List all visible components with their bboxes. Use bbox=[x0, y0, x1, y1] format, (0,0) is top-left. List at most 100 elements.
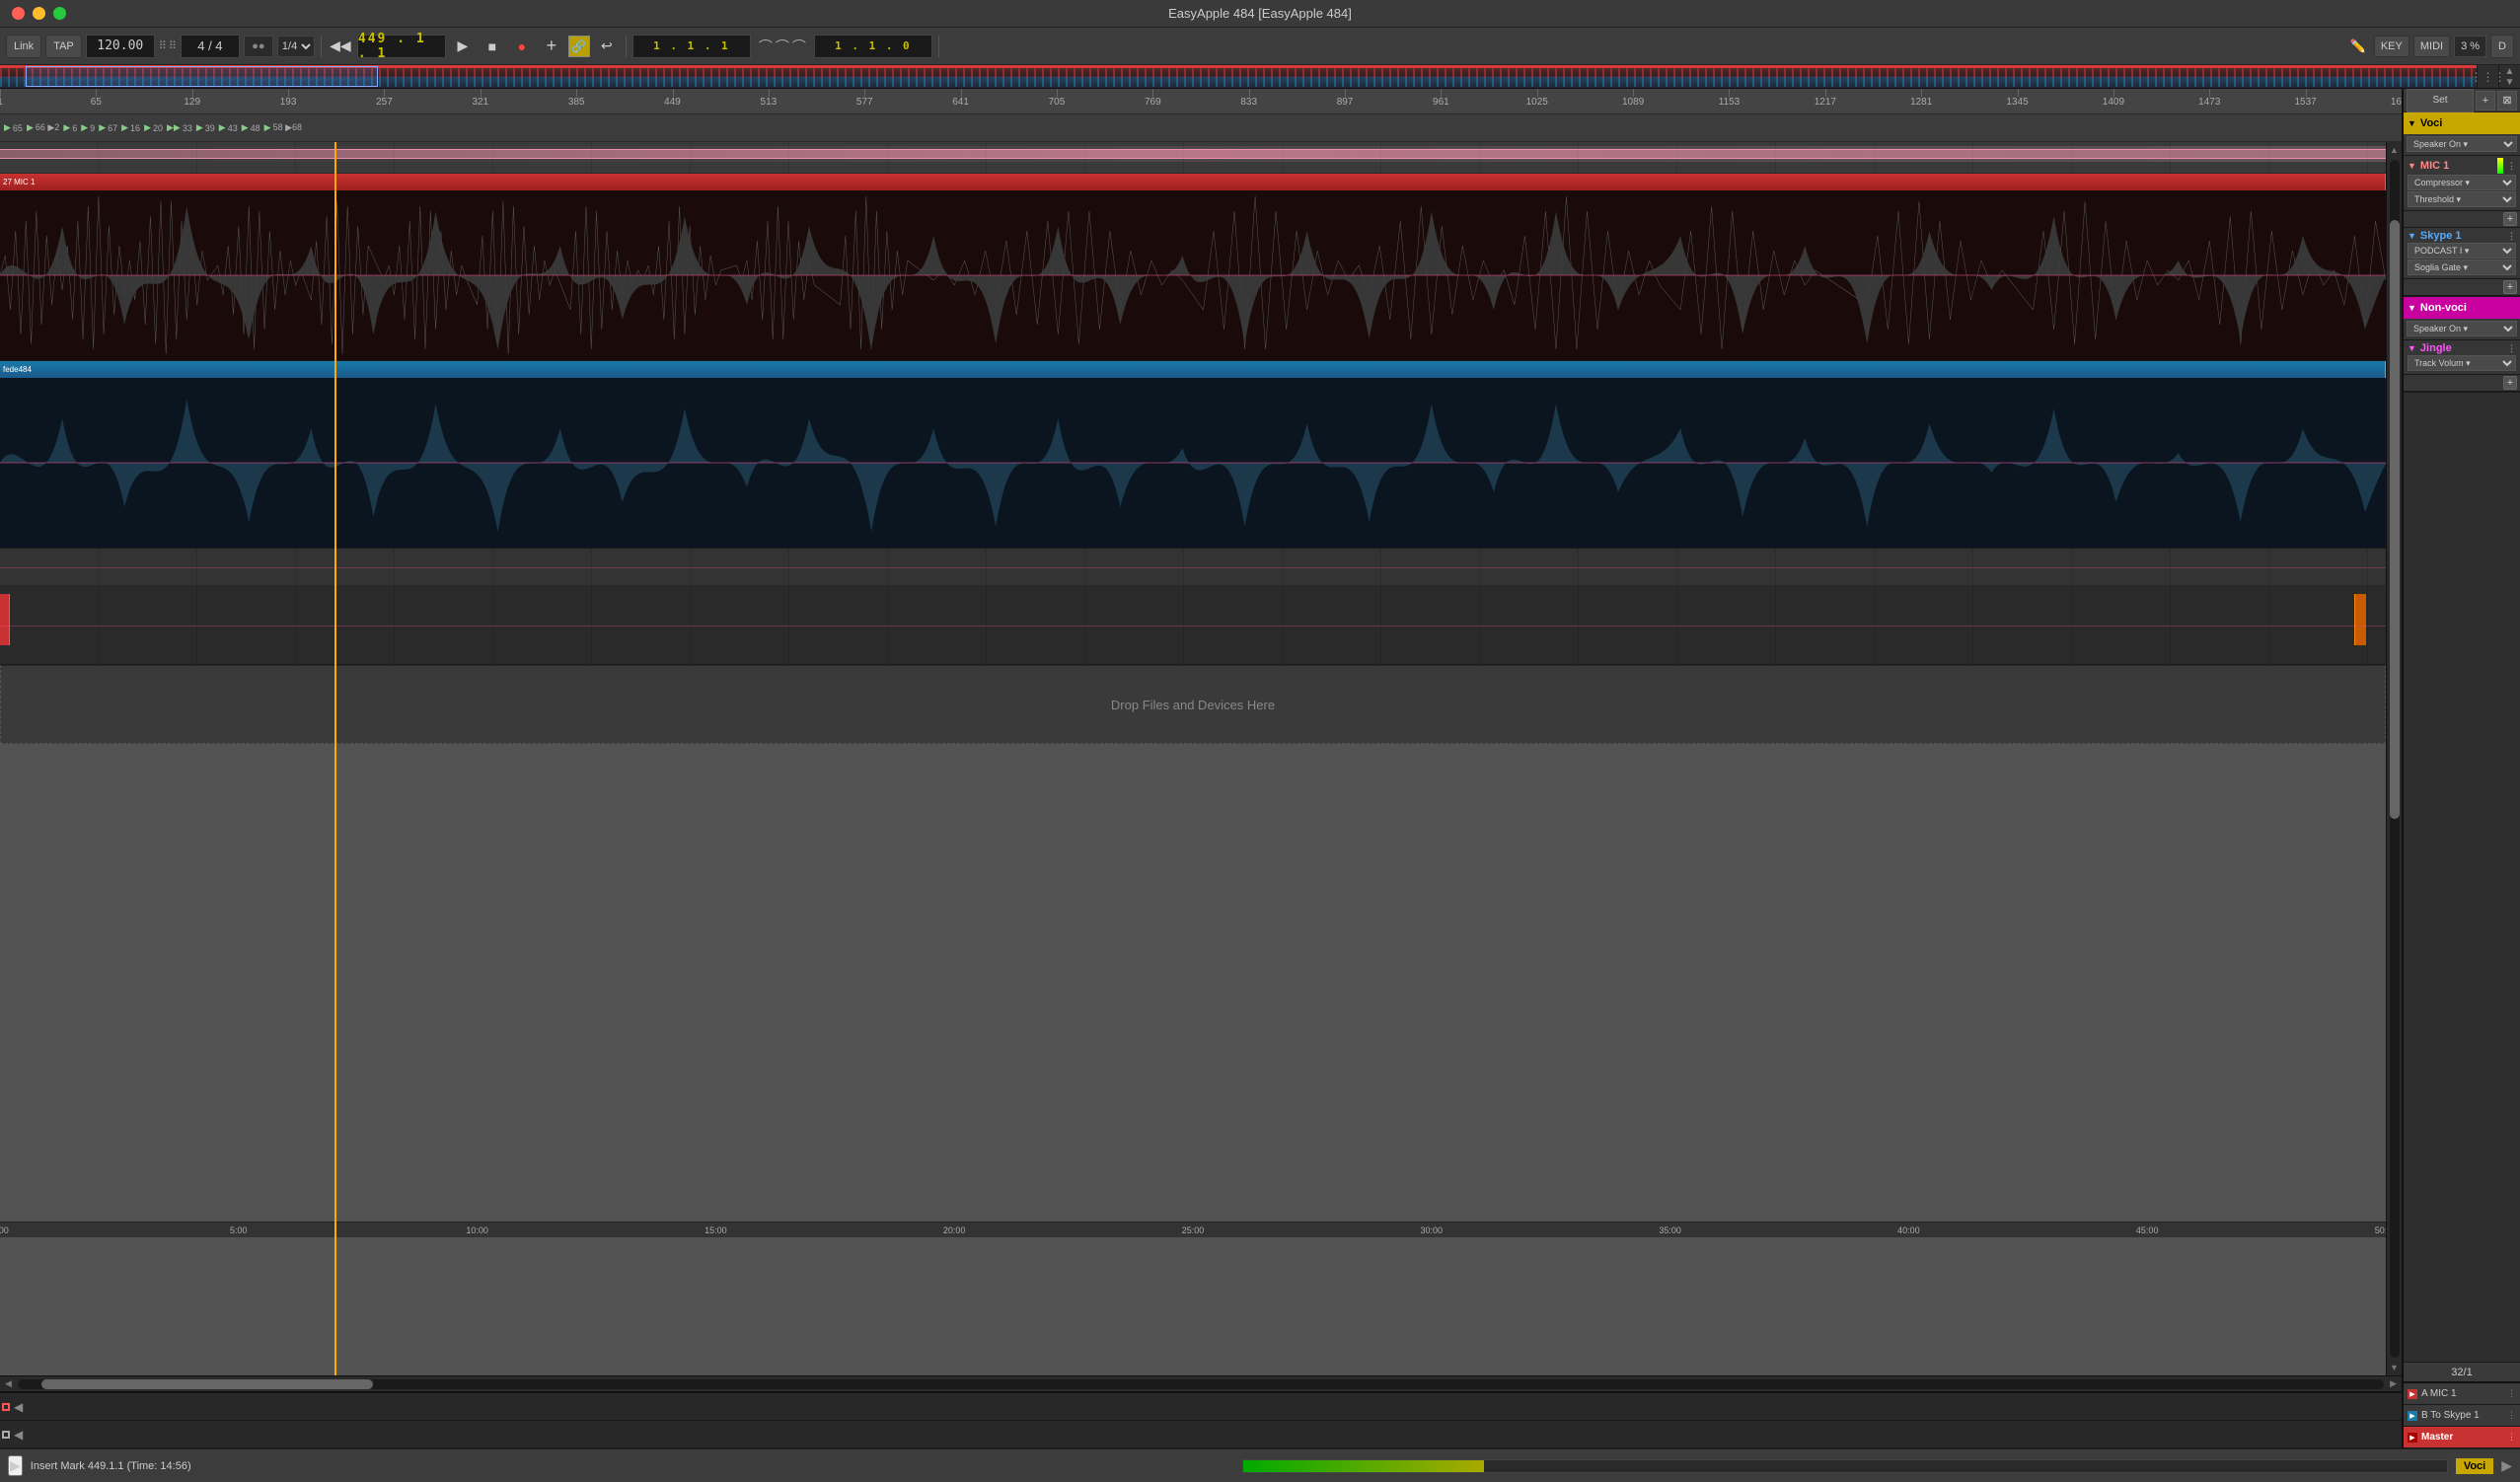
skype-track[interactable]: fede484 bbox=[0, 361, 2386, 549]
scene-1[interactable]: ▶66 ▶2 bbox=[27, 122, 59, 133]
overview-grid-button[interactable]: ⋮⋮⋮ bbox=[2477, 65, 2498, 88]
mic1-device1-select[interactable]: Compressor ▾ bbox=[2408, 175, 2516, 190]
ruler-tick-line-577 bbox=[864, 89, 865, 97]
tap-button[interactable]: TAP bbox=[45, 35, 82, 58]
ruler-tick-321: 321 bbox=[472, 97, 488, 108]
transport-fwd[interactable]: ↩ bbox=[594, 34, 620, 59]
return-b-settings[interactable]: ⋮ bbox=[2507, 1410, 2516, 1421]
scene-8[interactable]: ▶39 bbox=[196, 122, 215, 133]
d-button[interactable]: D bbox=[2490, 35, 2514, 58]
status-play-button[interactable]: ▶ bbox=[8, 1455, 23, 1476]
jingle-track[interactable] bbox=[0, 586, 2386, 665]
voci-group-header[interactable]: ▼ Voci bbox=[2404, 112, 2520, 134]
scroll-track[interactable] bbox=[2390, 160, 2400, 1358]
transport-play[interactable]: ▶ bbox=[450, 34, 476, 59]
quantize-select[interactable]: 1/4 bbox=[277, 36, 315, 57]
jingle-left-clip[interactable] bbox=[0, 594, 10, 645]
close-button[interactable] bbox=[12, 7, 25, 20]
hscroll-track[interactable] bbox=[18, 1379, 2384, 1389]
overview-up-arrow[interactable]: ▲ bbox=[2505, 66, 2515, 77]
scene-6[interactable]: ▶20 bbox=[144, 122, 163, 133]
return-a-settings[interactable]: ⋮ bbox=[2507, 1388, 2516, 1399]
non-voci-speaker-select[interactable]: Speaker On ▾ bbox=[2407, 321, 2517, 336]
overview-down-arrow[interactable]: ▼ bbox=[2505, 77, 2515, 88]
return-b-play-btn[interactable]: ▶ bbox=[2408, 1411, 2417, 1421]
transport-plus[interactable]: + bbox=[539, 34, 564, 59]
session-panel: Set + ⊠ ▼ Voci Spe bbox=[2402, 89, 2520, 1448]
mic1-waveform-area[interactable] bbox=[0, 190, 2386, 360]
jingle-device1-select[interactable]: Track Volum ▾ bbox=[2408, 355, 2516, 371]
ruler-tick-385: 385 bbox=[568, 97, 585, 108]
pencil-tool[interactable]: ✏️ bbox=[2346, 37, 2370, 56]
minimize-button[interactable] bbox=[33, 7, 45, 20]
scroll-thumb[interactable] bbox=[2390, 220, 2400, 819]
return-row-a[interactable]: ◀ bbox=[0, 1393, 2402, 1421]
overview-viewport[interactable] bbox=[26, 66, 379, 87]
scene-10[interactable]: ▶48 bbox=[242, 122, 260, 133]
drop-zone[interactable]: Drop Files and Devices Here bbox=[0, 665, 2386, 744]
jingle-right-clip[interactable] bbox=[2354, 594, 2366, 645]
mic1-device2-select[interactable]: Threshold ▾ bbox=[2408, 191, 2516, 207]
master-row[interactable]: ▶ Master ⋮ bbox=[2404, 1427, 2520, 1448]
ruler-tick-line-449 bbox=[673, 89, 674, 97]
tempo-display[interactable]: 120.00 bbox=[86, 35, 155, 58]
scroll-right-button[interactable]: ▶ bbox=[2387, 1378, 2400, 1389]
master-play-btn[interactable]: ▶ bbox=[2408, 1433, 2417, 1443]
jingle-settings-icon[interactable]: ⋮ bbox=[2507, 343, 2516, 354]
voci-speaker-select[interactable]: Speaker On ▾ bbox=[2407, 136, 2517, 152]
overview-strip[interactable]: ▲ ▼ ⋮⋮⋮ bbox=[0, 65, 2520, 89]
scroll-down-button[interactable]: ▼ bbox=[2387, 1360, 2403, 1375]
master-settings[interactable]: ⋮ bbox=[2507, 1432, 2516, 1443]
return-a-row[interactable]: ▶ A MIC 1 ⋮ bbox=[2404, 1383, 2520, 1405]
scene-11[interactable]: ▶58 ▶68 bbox=[264, 122, 302, 133]
scene-label-10: 48 bbox=[251, 123, 260, 133]
delete-set-button[interactable]: ⊠ bbox=[2497, 91, 2517, 111]
skype-device2-select[interactable]: Soglia Gate ▾ bbox=[2408, 259, 2516, 275]
loop-end-display[interactable]: 1 . 1 . 0 bbox=[814, 35, 932, 58]
return-b-row[interactable]: ▶ B To Skype 1 ⋮ bbox=[2404, 1405, 2520, 1427]
return-row-b[interactable]: ◀ bbox=[0, 1421, 2402, 1448]
scene-4[interactable]: ▶67 bbox=[99, 122, 117, 133]
loop-start-display[interactable]: 1 . 1 . 1 bbox=[632, 35, 751, 58]
skype-add-button[interactable]: + bbox=[2503, 280, 2517, 294]
voci-context-button[interactable]: Voci bbox=[2456, 1458, 2493, 1474]
jingle-add-button[interactable]: + bbox=[2503, 376, 2517, 390]
skype-device1-select[interactable]: PODCAST I ▾ bbox=[2408, 243, 2516, 259]
mic1-settings-icon[interactable]: ⋮ bbox=[2507, 161, 2516, 172]
scene-3[interactable]: ▶9 bbox=[81, 122, 95, 133]
scene-7[interactable]: ▶▶33 bbox=[167, 122, 192, 133]
set-button[interactable]: Set bbox=[2407, 89, 2474, 112]
add-set-button[interactable]: + bbox=[2476, 91, 2495, 111]
time-label-15:00: 15:00 bbox=[704, 1225, 727, 1235]
return-a-play-btn[interactable]: ▶ bbox=[2408, 1389, 2417, 1399]
scene-9[interactable]: ▶43 bbox=[219, 122, 238, 133]
status-right-arrow[interactable]: ▶ bbox=[2501, 1457, 2512, 1474]
mic1-add-button[interactable]: + bbox=[2503, 212, 2517, 226]
scroll-left-button[interactable]: ◀ bbox=[2, 1378, 15, 1389]
vertical-scrollbar[interactable]: ▲ ▼ bbox=[2386, 142, 2402, 1375]
scene-2[interactable]: ▶6 bbox=[63, 122, 77, 133]
horizontal-scrollbar[interactable]: ◀ ▶ bbox=[0, 1375, 2402, 1391]
jingle-label: Jingle bbox=[2420, 342, 2452, 354]
ruler-tick-line-321 bbox=[481, 89, 482, 97]
non-voci-group-header[interactable]: ▼ Non-voci bbox=[2404, 297, 2520, 319]
key-button[interactable]: KEY bbox=[2374, 36, 2409, 57]
skype-settings-icon[interactable]: ⋮ bbox=[2507, 231, 2516, 242]
transport-record[interactable]: ● bbox=[509, 34, 535, 59]
mic1-track[interactable]: 27 MIC 1 bbox=[0, 174, 2386, 361]
transport-stop[interactable]: ■ bbox=[480, 34, 505, 59]
scene-5[interactable]: ▶16 bbox=[121, 122, 140, 133]
curve-icon: ⌒ bbox=[759, 37, 773, 56]
scroll-up-button[interactable]: ▲ bbox=[2387, 142, 2403, 158]
maximize-button[interactable] bbox=[53, 7, 66, 20]
scene-0[interactable]: ▶65 bbox=[4, 122, 23, 133]
time-sig-display[interactable]: 4 / 4 bbox=[181, 35, 240, 58]
ruler-tick-1601: 1601 bbox=[2391, 97, 2402, 108]
skype-waveform-area[interactable] bbox=[0, 378, 2386, 548]
transport-back[interactable]: ◀◀ bbox=[328, 34, 353, 59]
midi-button[interactable]: MIDI bbox=[2413, 36, 2450, 57]
loop-toggle[interactable]: 🔗 bbox=[568, 36, 590, 57]
hscroll-thumb[interactable] bbox=[41, 1379, 373, 1389]
link-button[interactable]: Link bbox=[6, 35, 41, 58]
position-display[interactable]: 449 . 1 . 1 bbox=[357, 35, 446, 58]
